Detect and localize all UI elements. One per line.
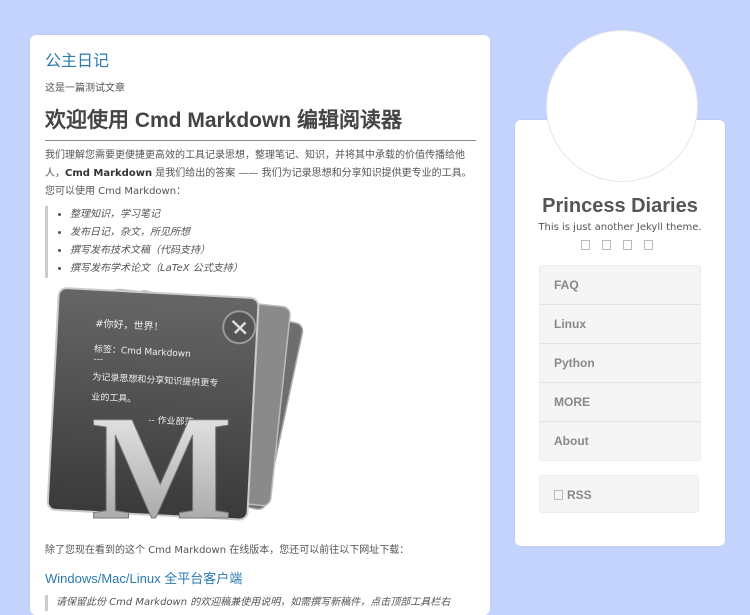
site-title[interactable]: Princess Diaries: [515, 195, 725, 218]
rss-button[interactable]: RSS: [539, 475, 699, 513]
feature-blockquote: 整理知识，学习笔记 发布日记，杂文，所见所想 撰写发布技术文稿（代码支持） 撰写…: [45, 206, 476, 278]
github-icon[interactable]: [581, 240, 590, 250]
feature-item: 撰写发布学术论文（LaTeX 公式支持）: [70, 260, 476, 278]
site-description: This is just another Jekyll theme.: [538, 222, 702, 233]
nav-item-faq[interactable]: FAQ: [540, 266, 700, 305]
post-title-link[interactable]: 公主日记: [45, 49, 476, 73]
social-links: [581, 240, 653, 250]
nav-item-python[interactable]: Python: [540, 344, 700, 383]
feature-item: 撰写发布技术文稿（代码支持）: [70, 242, 476, 260]
intro-paragraph: 我们理解您需要更便捷更高效的工具记录思想，整理笔记、知识，并将其中承载的价值传播…: [45, 150, 472, 197]
zhihu-icon[interactable]: [623, 240, 632, 250]
cmd-markdown-logo: #你好，世界！ 标签：Cmd Markdown --- 为记录思想和分享知识提供…: [45, 286, 305, 552]
mail-icon[interactable]: [644, 240, 653, 250]
feature-item: 发布日记，杂文，所见所想: [70, 224, 476, 242]
article-heading: 欢迎使用 Cmd Markdown 编辑阅读器: [45, 104, 476, 141]
nav-item-about[interactable]: About: [540, 422, 700, 460]
rss-label: RSS: [567, 488, 592, 502]
avatar: [546, 30, 698, 182]
logo-line-3: ---: [93, 355, 103, 365]
sidebar-nav: FAQ Linux Python MORE About: [539, 265, 701, 461]
post-card: 公主日记 这是一篇测试文章 欢迎使用 Cmd Markdown 编辑阅读器 我们…: [30, 35, 490, 615]
logo-letter: M: [91, 385, 233, 536]
download-client-link[interactable]: Windows/Mac/Linux 全平台客户端: [45, 568, 476, 587]
intro-strong: Cmd Markdown: [65, 168, 153, 179]
tip-blockquote: 请保留此份 Cmd Markdown 的欢迎稿兼使用说明，如需撰写新稿件，点击顶…: [45, 595, 476, 611]
sidebar-card: Princess Diaries This is just another Je…: [515, 120, 725, 546]
download-paragraph: 除了您现在看到的这个 Cmd Markdown 在线版本，您还可以前往以下网址下…: [45, 545, 410, 556]
post-subtitle: 这是一篇测试文章: [45, 83, 125, 94]
nav-item-more[interactable]: MORE: [540, 383, 700, 422]
rss-icon: [554, 490, 563, 500]
nav-item-linux[interactable]: Linux: [540, 305, 700, 344]
weibo-icon[interactable]: [602, 240, 611, 250]
feature-item: 整理知识，学习笔记: [70, 206, 476, 224]
